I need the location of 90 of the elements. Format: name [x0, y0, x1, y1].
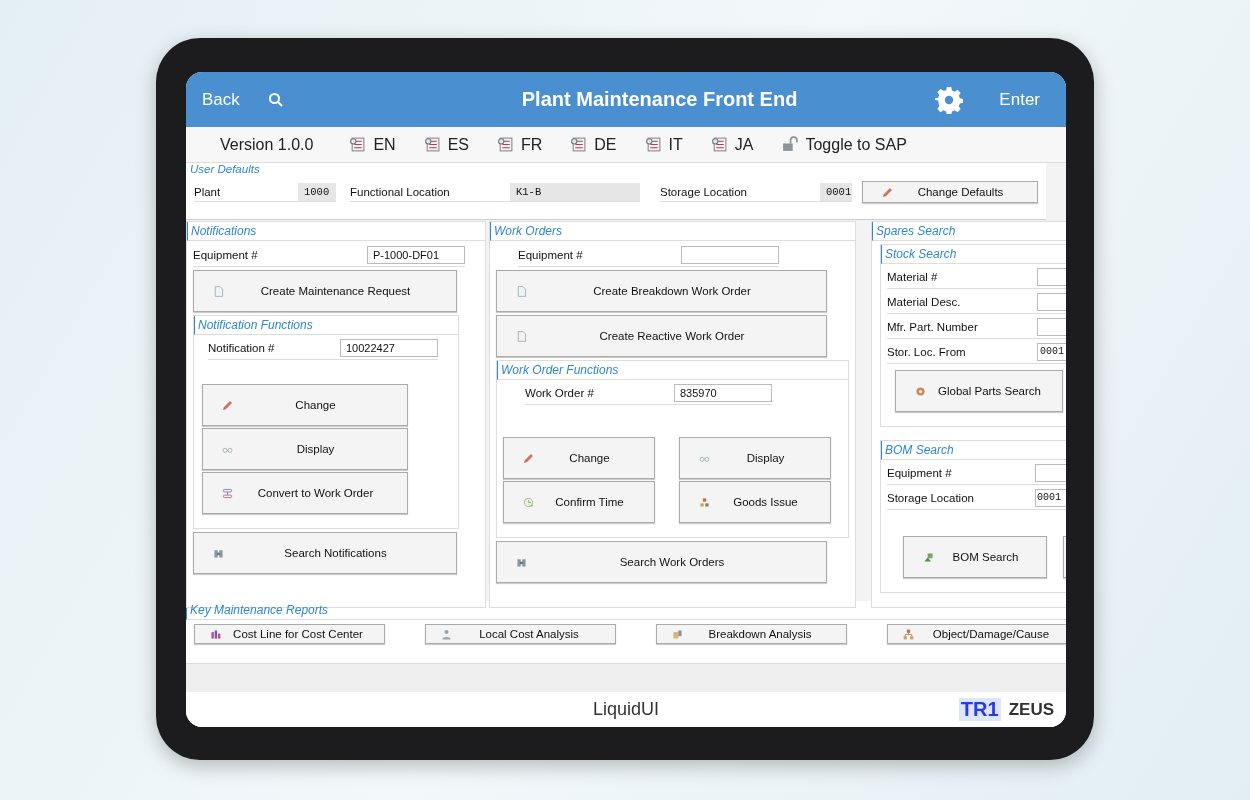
- section-title: Spares Search: [872, 222, 1066, 241]
- convert-icon: [221, 486, 234, 500]
- language-button[interactable]: FR: [497, 135, 543, 154]
- input-field[interactable]: [681, 246, 779, 264]
- language-button[interactable]: JA: [710, 135, 754, 154]
- section-title: BOM Search: [881, 441, 1066, 460]
- pencil-icon: [522, 451, 535, 465]
- action-button[interactable]: Display: [679, 437, 831, 479]
- value-field: 0001: [820, 182, 852, 201]
- field-label: Stor. Loc. From: [887, 346, 966, 358]
- section-title: Notifications: [187, 222, 485, 241]
- version-label: Version 1.0.0: [220, 135, 314, 154]
- create-request-button[interactable]: Create Maintenance Request: [193, 270, 457, 312]
- value-field: K1-B: [510, 182, 640, 201]
- bom-search-button[interactable]: BOM Search: [903, 536, 1047, 578]
- boxes-icon: [698, 495, 711, 509]
- language-button[interactable]: IT: [644, 135, 683, 154]
- document-icon: [570, 136, 588, 153]
- language-button[interactable]: EN: [349, 135, 396, 154]
- create-order-button[interactable]: Create Reactive Work Order: [496, 315, 827, 357]
- change-defaults-button[interactable]: Change Defaults: [862, 181, 1038, 203]
- field-label: Storage Location: [660, 185, 748, 198]
- search-button[interactable]: Search Work Orders: [496, 541, 827, 583]
- report-button[interactable]: Local Cost Analysis: [425, 624, 616, 644]
- brand-label: LiquidUI: [592, 699, 659, 720]
- person-icon: [440, 627, 453, 641]
- report-button[interactable]: Breakdown Analysis: [656, 624, 847, 644]
- action-button[interactable]: Goods Issue: [679, 481, 831, 523]
- document-icon: [710, 136, 728, 153]
- section-title: Stock Search: [881, 245, 1066, 264]
- field-label: Functional Location: [350, 185, 451, 198]
- disc-icon: [914, 384, 927, 398]
- bom-icon: [922, 550, 935, 564]
- system-label[interactable]: ZEUS: [1008, 699, 1054, 720]
- action-button[interactable]: Change: [202, 384, 408, 426]
- padlock-icon: [781, 136, 799, 153]
- field-label: Notification #: [208, 342, 275, 354]
- input-field[interactable]: [1035, 464, 1066, 482]
- field-label: Mfr. Part. Number: [887, 321, 978, 333]
- language-button[interactable]: ES: [423, 135, 469, 154]
- document-icon: [515, 284, 528, 298]
- field-label: Storage Location: [887, 492, 974, 504]
- document-icon: [497, 136, 514, 153]
- field-label: Material #: [887, 271, 938, 283]
- settings-icon[interactable]: [935, 85, 964, 114]
- document-icon: [212, 284, 225, 298]
- value-field: 1000: [298, 182, 336, 201]
- global-search-button[interactable]: Global Parts Search: [895, 370, 1063, 412]
- input-field[interactable]: [1037, 318, 1066, 336]
- clock-icon: [522, 495, 535, 509]
- input-field[interactable]: P-1000-DF01: [367, 246, 465, 264]
- pencil-icon: [221, 398, 234, 412]
- document-icon: [515, 329, 528, 343]
- document-icon: [644, 136, 662, 153]
- section-title: Work Order Functions: [497, 361, 848, 380]
- chart-icon: [209, 627, 222, 641]
- report-button[interactable]: Cost Line for Cost Center: [194, 624, 385, 644]
- field-label: Equipment #: [193, 249, 258, 261]
- tools-icon: [671, 627, 684, 641]
- create-order-button[interactable]: Create Breakdown Work Order: [496, 270, 827, 312]
- hierarchy-icon: [902, 627, 915, 641]
- search-button[interactable]: Search Notifications: [193, 532, 457, 574]
- field-label: Equipment #: [518, 249, 583, 261]
- input-field[interactable]: 835970: [674, 384, 772, 402]
- field-label: Work Order #: [525, 387, 594, 399]
- section-title: Key Maintenance Reports: [186, 601, 1066, 620]
- action-button[interactable]: Confirm Time: [503, 481, 655, 523]
- section-title: User Defaults: [190, 163, 260, 175]
- section-title: Notification Functions: [194, 316, 458, 335]
- field-label: Plant: [194, 185, 222, 198]
- section-title: Work Orders: [490, 222, 855, 241]
- field-label: Material Desc.: [887, 296, 961, 308]
- document-icon: [423, 136, 441, 153]
- field-label: Equipment #: [887, 467, 952, 479]
- input-field[interactable]: 0001: [1037, 343, 1066, 361]
- app-title: Plant Maintenance Front End: [520, 88, 799, 111]
- input-field[interactable]: [1037, 293, 1066, 311]
- language-button[interactable]: DE: [570, 135, 617, 154]
- pencil-icon: [881, 185, 894, 199]
- system-label[interactable]: TR1: [958, 698, 1001, 721]
- action-button[interactable]: Change: [503, 437, 655, 479]
- toggle-button[interactable]: Toggle to SAP: [781, 135, 907, 154]
- report-button[interactable]: Object/Damage/Cause: [887, 624, 1066, 644]
- input-field[interactable]: 0001: [1035, 489, 1066, 507]
- input-field[interactable]: 10022427: [340, 339, 438, 357]
- action-button[interactable]: Convert to Work Order: [202, 472, 408, 514]
- action-button[interactable]: Display: [202, 428, 408, 470]
- document-icon: [349, 136, 367, 153]
- search-icon[interactable]: [267, 91, 284, 108]
- input-field[interactable]: [1037, 268, 1066, 286]
